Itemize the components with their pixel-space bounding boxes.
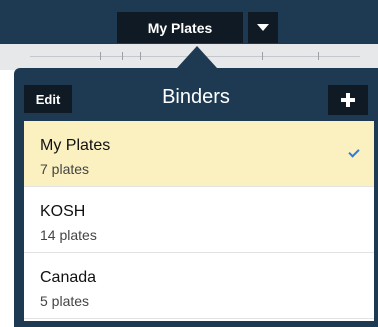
binder-selector-label: My Plates	[147, 19, 213, 36]
plus-icon	[341, 93, 355, 107]
popover-arrow	[177, 46, 217, 68]
binder-selector-button[interactable]: My Plates	[117, 12, 243, 43]
binder-row-my-plates[interactable]: My Plates 7 plates	[24, 121, 374, 187]
binder-name: My Plates	[40, 137, 111, 154]
binder-row-canada[interactable]: Canada 5 plates	[24, 253, 374, 319]
binder-row-kosh[interactable]: KOSH 14 plates	[24, 187, 374, 253]
popover-header: Edit Binders	[14, 68, 378, 121]
binder-name: KOSH	[40, 203, 86, 220]
background-tick	[318, 52, 319, 60]
binder-name: Canada	[40, 269, 97, 286]
top-toolbar: My Plates	[0, 0, 378, 44]
background-tick	[122, 52, 123, 60]
background-tick	[140, 52, 141, 60]
binder-count: 14 plates	[40, 227, 97, 243]
checkmark-icon	[348, 147, 360, 159]
background-tick	[262, 52, 263, 60]
popover-title: Binders	[162, 86, 230, 108]
background-tick	[100, 52, 101, 60]
chevron-down-icon	[257, 24, 269, 31]
binder-count: 7 plates	[40, 161, 90, 177]
binder-dropdown-button[interactable]	[248, 12, 278, 43]
binder-list: My Plates 7 plates KOSH 14 plates Canada…	[24, 121, 374, 321]
binder-count: 5 plates	[40, 293, 90, 309]
binders-popover: Edit Binders My Plates 7 plates KOSH 14 …	[14, 68, 378, 327]
add-binder-button[interactable]	[328, 85, 368, 115]
